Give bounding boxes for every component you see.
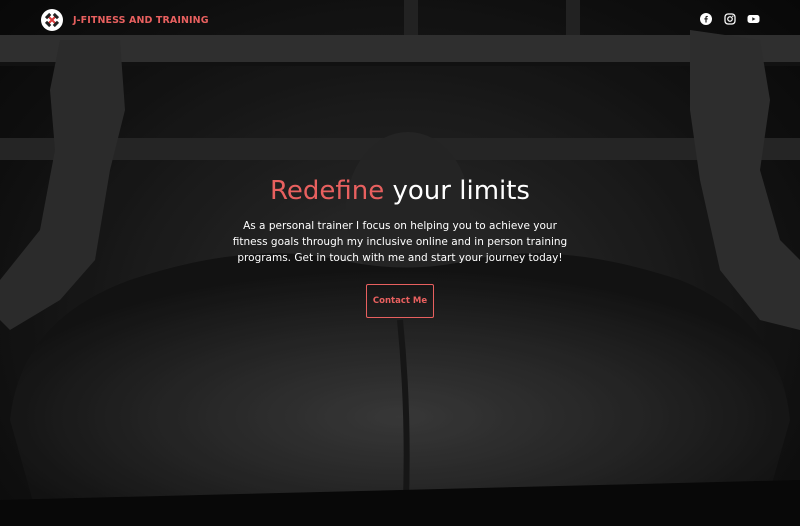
social-links [699,12,760,25]
hero-content: Redefine your limits As a personal train… [0,172,800,318]
brand-name: J-FITNESS AND TRAINING [73,14,209,26]
hero-tagline: As a personal trainer I focus on helping… [232,220,568,264]
youtube-icon[interactable] [747,12,760,25]
hero-headline: Redefine your limits [0,172,800,210]
brand-link[interactable]: J-FITNESS AND TRAINING [41,9,209,31]
contact-me-button[interactable]: Contact Me [366,284,434,318]
instagram-icon[interactable] [723,12,736,25]
hero-section: J-FITNESS AND TRAINING Redefine your lim… [0,0,800,526]
site-header: J-FITNESS AND TRAINING [0,0,800,40]
dumbbell-x-icon [41,9,63,31]
headline-rest: your limits [384,176,530,206]
facebook-icon[interactable] [699,12,712,25]
headline-accent: Redefine [270,176,385,206]
